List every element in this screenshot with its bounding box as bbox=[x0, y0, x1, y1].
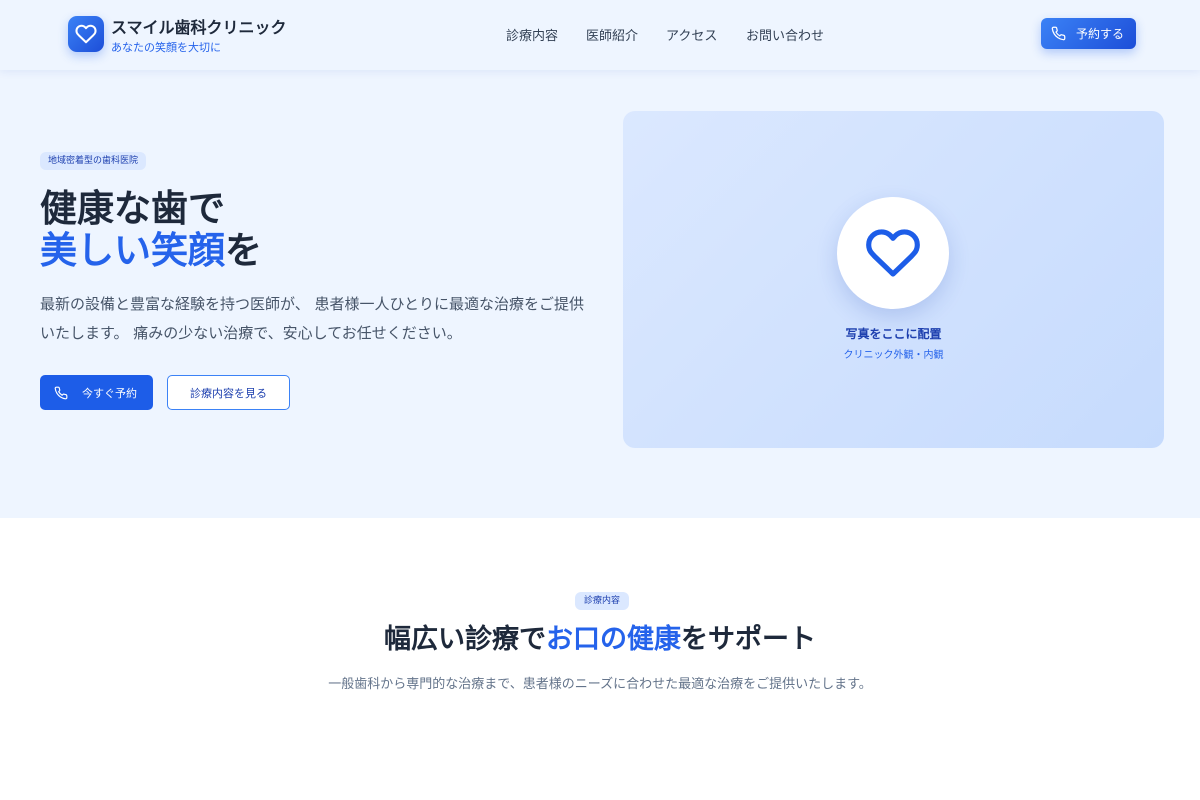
photo-caption: 写真をここに配置 bbox=[845, 327, 942, 341]
phone-icon bbox=[54, 386, 68, 400]
main-nav: 診療内容 医師紹介 アクセス お問い合わせ bbox=[0, 25, 1200, 45]
view-services-button[interactable]: 診療内容を見る bbox=[167, 375, 290, 410]
book-now-button[interactable]: 今すぐ予約 bbox=[40, 375, 153, 410]
services-title: 幅広い診療でお口の健康をサポート bbox=[0, 622, 1200, 658]
photo-placeholder: 写真をここに配置 クリニック外観・内観 bbox=[623, 111, 1164, 448]
hero-title-line1: 健康な歯で bbox=[40, 187, 225, 230]
nav-item-services[interactable]: 診療内容 bbox=[506, 25, 558, 44]
photo-subcaption: クリニック外観・内観 bbox=[843, 350, 944, 361]
nav-item-doctors[interactable]: 医師紹介 bbox=[586, 25, 638, 44]
book-now-label: 今すぐ予約 bbox=[82, 386, 137, 400]
hero-title: 健康な歯で 美しい笑顔を bbox=[40, 188, 262, 272]
hero-section: 地域密着型の歯科医院 健康な歯で 美しい笑顔を 最新の設備と豊富な経験を持つ医師… bbox=[0, 70, 1200, 518]
nav-item-access[interactable]: アクセス bbox=[666, 25, 717, 44]
phone-icon bbox=[1051, 26, 1066, 41]
hero-title-accent: 美しい笑顔 bbox=[40, 229, 225, 272]
hero-title-rest: を bbox=[225, 229, 262, 272]
services-title-suffix: をサポート bbox=[681, 624, 816, 655]
services-section: 診療内容 幅広い診療でお口の健康をサポート 一般歯科から専門的な治療まで、患者様… bbox=[0, 518, 1200, 800]
hero-description: 最新の設備と豊富な経験を持つ医師が、 患者様一人ひとりに最適な治療をご提供いたし… bbox=[40, 295, 585, 342]
heart-icon bbox=[865, 225, 921, 281]
services-description: 一般歯科から専門的な治療まで、患者様のニーズに合わせた最適な治療をご提供いたしま… bbox=[328, 677, 872, 692]
services-badge: 診療内容 bbox=[575, 592, 629, 610]
nav-item-contact[interactable]: お問い合わせ bbox=[746, 25, 824, 44]
hero-badge: 地域密着型の歯科医院 bbox=[40, 152, 147, 170]
services-title-accent: お口の健康 bbox=[546, 624, 681, 655]
reserve-button[interactable]: 予約する bbox=[1041, 18, 1136, 49]
services-title-prefix: 幅広い診療で bbox=[384, 624, 546, 655]
photo-circle bbox=[837, 197, 949, 309]
site-header: スマイル歯科クリニック あなたの笑顔を大切に 診療内容 医師紹介 アクセス お問… bbox=[0, 0, 1200, 70]
reserve-button-label: 予約する bbox=[1076, 27, 1125, 41]
